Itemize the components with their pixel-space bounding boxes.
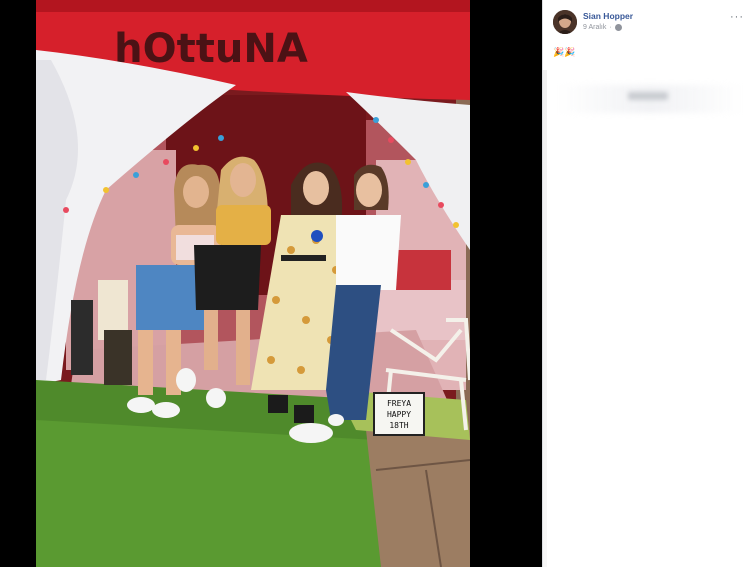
photo-viewer: hOttuNA FREYA HAPPY 18TH <box>0 0 542 567</box>
banner-logo: hOttuNA <box>114 26 308 72</box>
post-photo[interactable]: hOttuNA FREYA HAPPY 18TH <box>36 0 470 567</box>
post-header: Sian Hopper 9 Aralık · ··· <box>553 10 748 40</box>
avatar-image <box>553 10 577 34</box>
sign-line-3: 18TH <box>389 421 408 430</box>
party-tent-photo: hOttuNA FREYA HAPPY 18TH <box>36 0 470 567</box>
more-options-button[interactable]: ··· <box>730 12 744 23</box>
globe-icon <box>614 24 622 31</box>
sign-line-2: HAPPY <box>387 410 411 419</box>
sidebar-scroll-track[interactable] <box>543 70 547 567</box>
meta-separator: · <box>609 24 612 31</box>
author-name-link[interactable]: Sian Hopper <box>583 11 633 21</box>
post-caption: 🎉🎉 <box>553 47 576 57</box>
avatar[interactable] <box>553 10 577 34</box>
post-meta: 9 Aralık · <box>583 24 622 31</box>
post-date[interactable]: 9 Aralık <box>583 24 606 31</box>
blurred-text <box>628 92 668 100</box>
sign-line-1: FREYA <box>387 399 411 408</box>
